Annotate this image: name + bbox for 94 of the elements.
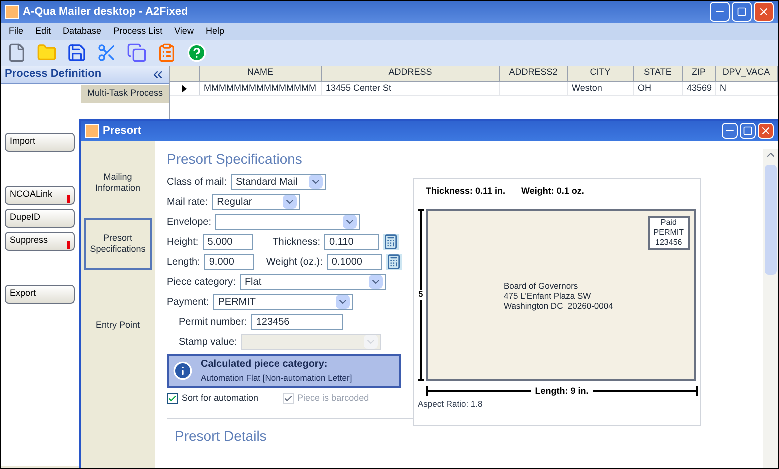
dropdown-arrow-icon bbox=[343, 215, 358, 229]
section-heading: Presort Specifications bbox=[167, 150, 304, 169]
panel-title: Process Definition bbox=[5, 67, 102, 82]
length-label: Length: 9 in. bbox=[534, 384, 590, 398]
close-icon bbox=[758, 6, 770, 18]
menu-item[interactable]: Help bbox=[206, 24, 224, 38]
menu-item[interactable]: Edit bbox=[36, 24, 52, 38]
piece-category-dropdown[interactable]: Flat bbox=[240, 274, 386, 290]
maximize-icon bbox=[743, 126, 753, 136]
calculator-icon[interactable] bbox=[386, 254, 402, 270]
checkmark-icon bbox=[168, 394, 177, 404]
field-label: Height: bbox=[167, 236, 199, 250]
section-heading: Presort Details bbox=[174, 426, 268, 444]
checkbox-label: Piece is barcoded bbox=[298, 392, 370, 405]
dropdown-arrow-icon bbox=[336, 295, 350, 309]
address-line: Washington DC 20260-0004 bbox=[504, 300, 614, 310]
app-icon bbox=[5, 5, 19, 19]
permit-number-field[interactable]: 123456 bbox=[251, 314, 344, 330]
app-icon bbox=[85, 124, 99, 138]
process-step-button[interactable]: Import bbox=[5, 132, 75, 152]
process-tab[interactable]: Multi-Task Process bbox=[81, 85, 169, 102]
height-field[interactable]: 5.000 bbox=[202, 234, 253, 250]
envelope-dropdown[interactable] bbox=[215, 214, 360, 230]
field-label: Envelope: bbox=[167, 216, 212, 230]
column-header[interactable]: CITY bbox=[568, 66, 634, 81]
table-cell: OH bbox=[638, 83, 652, 93]
dialog-title: Presort bbox=[103, 124, 142, 139]
notice-text: Automation Flat [Non-automation Letter] bbox=[201, 372, 352, 385]
dropdown-arrow-icon bbox=[309, 175, 324, 189]
nav-item[interactable]: Mailing Information bbox=[84, 168, 152, 198]
mail-rate-dropdown[interactable]: Regular bbox=[212, 194, 300, 210]
nav-item[interactable]: Entry Point bbox=[84, 310, 152, 340]
field-label: Permit number: bbox=[179, 316, 248, 330]
close-button[interactable] bbox=[754, 2, 774, 22]
dropdown-arrow-icon bbox=[283, 195, 298, 209]
field-label: Length: bbox=[167, 256, 200, 270]
dropdown-arrow-icon bbox=[368, 275, 383, 289]
payment-dropdown[interactable]: PERMIT bbox=[213, 294, 354, 310]
field-label: Piece category: bbox=[167, 276, 236, 290]
scrollbar[interactable] bbox=[763, 149, 778, 468]
close-button[interactable] bbox=[758, 123, 774, 139]
dropdown-arrow-icon bbox=[364, 335, 378, 349]
thickness-reading: Thickness: 0.11 in. bbox=[426, 185, 506, 198]
field-label: Mail rate: bbox=[167, 196, 208, 210]
process-step-button[interactable]: Export bbox=[5, 284, 75, 304]
class-of-mail-dropdown[interactable]: Standard Mail bbox=[231, 174, 326, 190]
menu-item[interactable]: Process List bbox=[114, 24, 163, 38]
table-cell: 13455 Center St bbox=[326, 83, 392, 93]
window-title: A-Qua Mailer desktop - A2Fixed bbox=[23, 4, 188, 20]
weight-field[interactable]: 0.1000 bbox=[326, 254, 382, 270]
checkbox[interactable] bbox=[167, 393, 178, 404]
aspect-ratio: Aspect Ratio: 1.8 bbox=[418, 398, 484, 411]
address-line: Board of Governors bbox=[504, 280, 580, 290]
info-icon bbox=[173, 361, 193, 381]
help-button[interactable] bbox=[185, 41, 209, 65]
maximize-button[interactable] bbox=[740, 123, 756, 139]
menu-item[interactable]: View bbox=[174, 24, 194, 38]
minimize-button[interactable] bbox=[722, 123, 738, 139]
menu-item[interactable]: Database bbox=[63, 24, 102, 38]
column-header[interactable]: ADDRESS bbox=[322, 66, 500, 81]
table-cell: 43569 bbox=[687, 83, 712, 93]
permit-indicia: Paid PERMIT 123456 bbox=[648, 216, 690, 250]
maximize-icon bbox=[737, 7, 747, 17]
table-cell: N bbox=[720, 83, 726, 93]
field-label: Stamp value: bbox=[179, 336, 238, 350]
calculator-icon[interactable] bbox=[383, 234, 400, 250]
column-header[interactable]: ADDRESS2 bbox=[500, 66, 568, 81]
height-label: 5 bbox=[418, 290, 424, 300]
length-field[interactable]: 9.000 bbox=[204, 254, 254, 270]
column-header[interactable]: DPV_VACA bbox=[716, 66, 778, 81]
weight-reading: Weight: 0.1 oz. bbox=[522, 185, 584, 198]
field-label: Thickness: bbox=[272, 236, 320, 250]
thickness-field[interactable]: 0.110 bbox=[324, 234, 380, 250]
menu-item[interactable]: File bbox=[9, 24, 24, 38]
address-line: 475 L'Enfant Plaza SW bbox=[504, 290, 592, 300]
copy-button[interactable] bbox=[125, 41, 149, 65]
checkbox-label: Sort for automation bbox=[182, 392, 259, 405]
nav-item[interactable]: Presort Specifications bbox=[84, 218, 152, 270]
field-label: Weight (oz.): bbox=[266, 256, 323, 270]
table-cell: Weston bbox=[572, 83, 602, 93]
close-icon bbox=[760, 125, 772, 137]
process-step-button[interactable]: Suppress bbox=[5, 232, 75, 250]
column-header[interactable]: STATE bbox=[634, 66, 683, 81]
minimize-button[interactable] bbox=[710, 2, 730, 22]
column-header[interactable]: NAME bbox=[200, 66, 322, 81]
notice-title: Calculated piece category: bbox=[201, 358, 329, 372]
maximize-button[interactable] bbox=[732, 2, 752, 22]
table-cell: MMMMMMMMMMMMMMM bbox=[204, 83, 316, 93]
field-label: Class of mail: bbox=[167, 176, 228, 190]
column-header[interactable]: ZIP bbox=[683, 66, 716, 81]
process-step-button[interactable]: DupeID bbox=[5, 208, 75, 228]
field-label: Payment: bbox=[167, 296, 210, 310]
process-step-button[interactable]: NCOALink bbox=[5, 186, 75, 204]
checkmark-icon bbox=[284, 394, 293, 404]
